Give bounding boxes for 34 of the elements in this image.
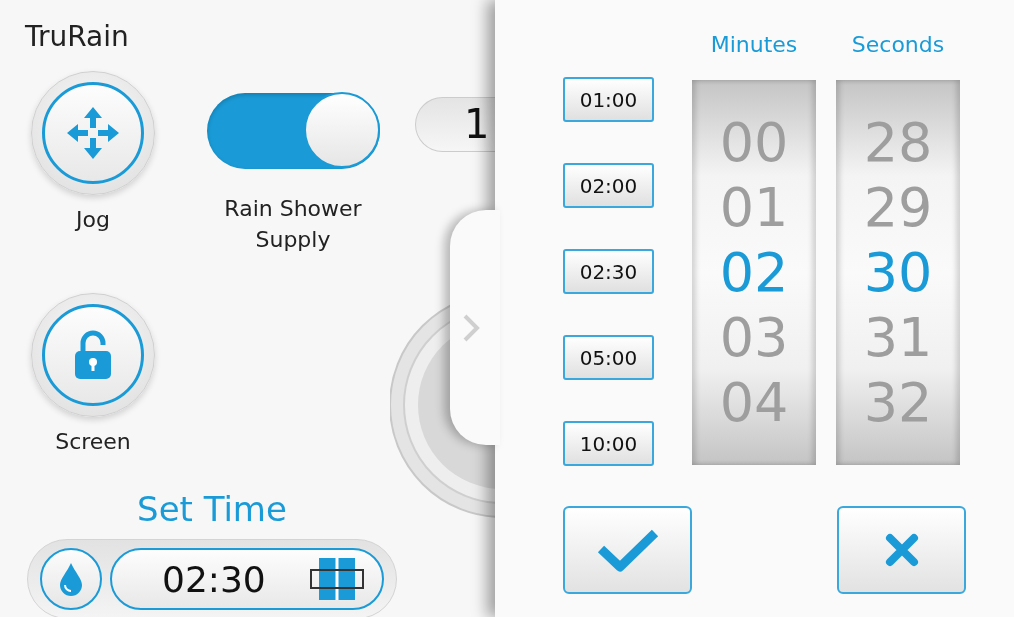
preset-time-button[interactable]: 02:30 — [563, 249, 654, 294]
grid-icon — [310, 557, 364, 601]
checkmark-icon — [595, 527, 660, 573]
preset-time-button[interactable]: 01:00 — [563, 77, 654, 122]
water-button[interactable] — [40, 548, 102, 610]
preset-time-button[interactable]: 05:00 — [563, 335, 654, 380]
wheel-value: 30 — [863, 240, 933, 305]
preset-time-button[interactable]: 10:00 — [563, 421, 654, 466]
close-icon — [884, 533, 919, 567]
unlocked-padlock-icon — [73, 330, 113, 380]
wheel-value: 00 — [719, 110, 789, 175]
wheel-heading: Minutes — [710, 31, 798, 59]
wheel-value: 32 — [863, 370, 933, 435]
app-title: TruRain — [25, 20, 130, 54]
set-time-heading: Set Time — [136, 489, 288, 529]
wheel-heading: Seconds — [851, 31, 945, 59]
covered-pill: 1 — [415, 97, 495, 152]
toggle-label: Rain Shower Supply — [223, 195, 363, 254]
preset-time-button[interactable]: 02:00 — [563, 163, 654, 208]
wheel-value: 28 — [863, 110, 933, 175]
cancel-button[interactable] — [837, 506, 966, 594]
chevron-right-icon — [462, 312, 480, 343]
wheel-value: 04 — [719, 370, 789, 435]
wheel-value: 31 — [863, 305, 933, 370]
jog-label: Jog — [76, 207, 110, 233]
time-display-button[interactable]: 02:30 — [110, 548, 384, 610]
water-drop-icon — [59, 562, 83, 596]
confirm-button[interactable] — [563, 506, 692, 594]
drawer-handle[interactable] — [450, 210, 500, 445]
wheel-value: 02 — [719, 240, 789, 305]
wheel-value: 01 — [719, 175, 789, 240]
screen-label: Screen — [55, 429, 131, 455]
wheel-value: 03 — [719, 305, 789, 370]
wheel-value: 29 — [863, 175, 933, 240]
